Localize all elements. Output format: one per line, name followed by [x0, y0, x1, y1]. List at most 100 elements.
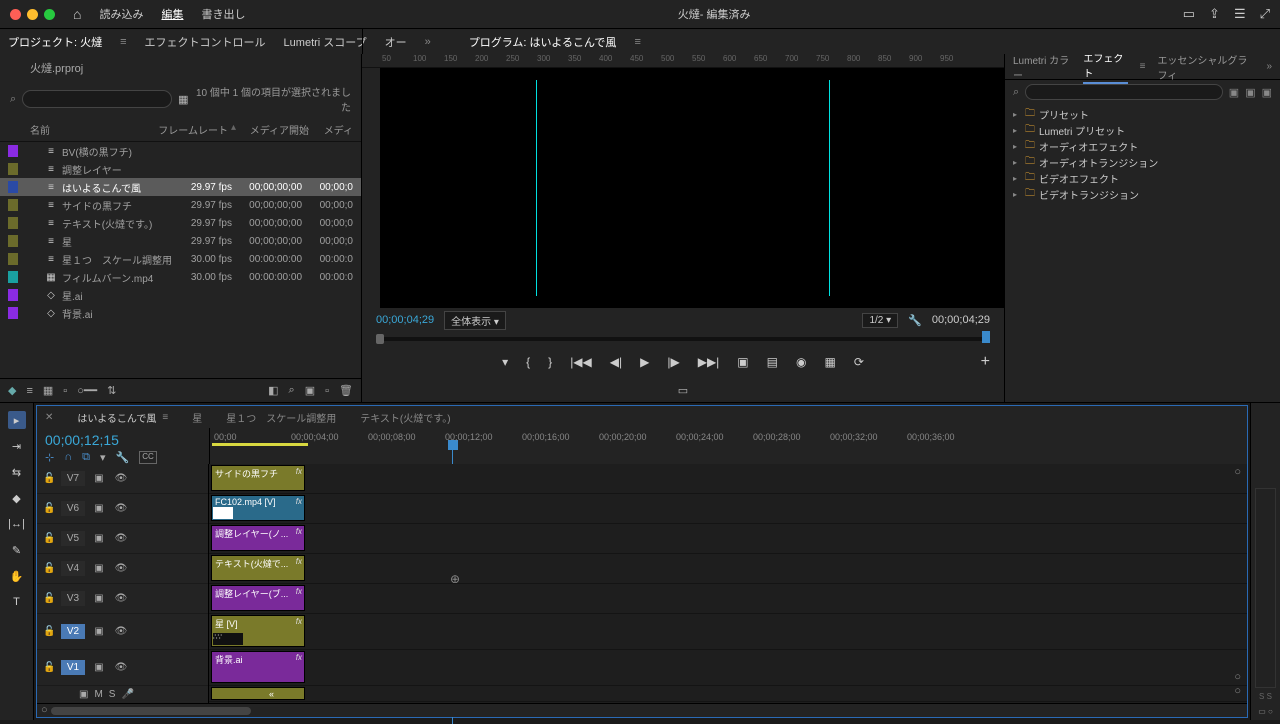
timeline-clip[interactable]: FC102.mp4 [V]fx — [211, 495, 305, 521]
effects-folder[interactable]: ▸🗀ビデオエフェクト — [1013, 170, 1272, 186]
menu-export[interactable]: 書き出し — [201, 6, 245, 22]
slip-tool[interactable]: |↔| — [8, 515, 26, 533]
project-item[interactable]: ≡サイドの黒フチ29.97 fps00;00;00;0000;00;0 — [0, 196, 361, 214]
project-item[interactable]: ≡調整レイヤー — [0, 160, 361, 178]
tab-essential-graphics[interactable]: エッセンシャルグラフィ — [1157, 52, 1254, 82]
project-item[interactable]: ▦フィルムバーン.mp430.00 fps00:00:00:0000:00:0 — [0, 268, 361, 286]
timeline-scrollbar[interactable]: ○ — [37, 703, 1247, 717]
track-header[interactable]: 🔓V1▣👁 — [37, 650, 208, 686]
seq-tab-2[interactable]: 星１つ スケール調整用 — [226, 410, 336, 425]
track-header[interactable]: 🔓V7▣👁 — [37, 464, 208, 494]
scrollbar-thumb[interactable] — [51, 707, 251, 715]
pen-tool[interactable]: ✎ — [8, 541, 26, 559]
find-icon[interactable]: ⌕ — [289, 384, 295, 397]
col-media-start[interactable]: メディア開始 — [239, 122, 309, 137]
lift-icon[interactable]: ▣ — [737, 355, 748, 369]
work-area-bar[interactable] — [212, 443, 308, 446]
fx-badge-1-icon[interactable]: ▣ — [1229, 86, 1239, 99]
fx-badge-2-icon[interactable]: ▣ — [1245, 86, 1255, 99]
fx-badge-3-icon[interactable]: ▣ — [1262, 86, 1272, 99]
timeline-clip[interactable]: 背景.aifx — [211, 651, 305, 683]
timeline-ruler[interactable]: 00;0000;00;04;0000;00;08;0000;00;12;0000… — [209, 428, 1247, 464]
timeline-clip-area[interactable]: ⊕ ○ ○ ○ サイドの黒フチfxFC102.mp4 [V]fx調整レイヤー(ノ… — [209, 464, 1247, 703]
freeform-view-icon[interactable]: ◆ — [8, 384, 16, 397]
window-controls[interactable] — [10, 9, 55, 20]
effects-folder[interactable]: ▸🗀プリセット — [1013, 106, 1272, 122]
track-header[interactable]: 🔓V2▣👁 — [37, 614, 208, 650]
panel-tab-audio[interactable]: オー — [385, 34, 407, 50]
panel-tab-project[interactable]: プロジェクト: 火燵 — [8, 34, 102, 50]
effects-folder[interactable]: ▸🗀ビデオトランジション — [1013, 186, 1272, 202]
seq-tab-3[interactable]: テキスト(火燵です。) — [360, 410, 450, 425]
tab-lumetri-color[interactable]: Lumetri カラー — [1013, 52, 1071, 82]
effects-tree[interactable]: ▸🗀プリセット▸🗀Lumetri プリセット▸🗀オーディオエフェクト▸🗀オーディ… — [1005, 104, 1280, 204]
snap-icon[interactable]: ⊹ — [45, 451, 54, 464]
program-canvas[interactable] — [362, 68, 1004, 308]
proxy-toggle-icon[interactable]: ▭ — [678, 384, 688, 397]
resolution-dropdown[interactable]: 1/2 ▾ — [862, 313, 898, 328]
comparison-icon[interactable]: ▦ — [824, 355, 835, 369]
program-scrubber[interactable] — [362, 332, 1004, 346]
project-item[interactable]: ◇背景.ai — [0, 304, 361, 322]
play-icon[interactable]: ▶ — [640, 355, 649, 369]
set-in-icon[interactable]: { — [526, 355, 530, 369]
razor-tool[interactable]: ◆ — [8, 489, 26, 507]
timeline-clip[interactable]: テキスト(火燵で...fx — [211, 555, 305, 581]
seq-tab-1[interactable]: 星 — [192, 410, 202, 425]
track-header[interactable]: 🔓V3▣👁 — [37, 584, 208, 614]
ripple-edit-tool[interactable]: ⇆ — [8, 463, 26, 481]
effects-folder[interactable]: ▸🗀オーディオエフェクト — [1013, 138, 1272, 154]
project-search-input[interactable] — [22, 90, 172, 108]
bin-icon[interactable]: ▦ — [178, 93, 188, 106]
timeline-clip[interactable]: 星 [V]fx∴∵ — [211, 615, 305, 647]
workspace-icon[interactable]: ▭ — [1183, 6, 1195, 22]
menu-edit[interactable]: 編集 — [161, 6, 183, 22]
project-item[interactable]: ≡テキスト(火燵です。)29.97 fps00;00;00;0000;00;0 — [0, 214, 361, 232]
loop-icon[interactable]: ⟳ — [854, 355, 864, 369]
maximize-window-icon[interactable] — [44, 9, 55, 20]
track-header[interactable]: 🔓V6▣👁 — [37, 494, 208, 524]
panel-tab-effect-controls[interactable]: エフェクトコントロール — [145, 34, 266, 50]
panel-tab-program[interactable]: プログラム: はいよるこんで風 — [469, 34, 617, 50]
selection-tool[interactable]: ▸ — [8, 411, 26, 429]
panel-tab-lumetri-scopes[interactable]: Lumetri スコープ — [284, 34, 367, 50]
export-frame-icon[interactable]: ◉ — [796, 355, 806, 369]
fullscreen-icon[interactable]: ⤢ — [1260, 6, 1270, 22]
new-bin-icon[interactable]: ▣ — [305, 384, 315, 397]
effects-folder[interactable]: ▸🗀Lumetri プリセット — [1013, 122, 1272, 138]
track-header[interactable]: 🔓V4▣👁 — [37, 554, 208, 584]
mark-in-icon[interactable]: ▾ — [502, 355, 508, 369]
hand-tool[interactable]: ✋ — [8, 567, 26, 585]
automate-icon[interactable]: ◧ — [268, 384, 278, 397]
extract-icon[interactable]: ▤ — [767, 355, 778, 369]
fit-dropdown[interactable]: 全体表示 ▾ — [444, 311, 506, 330]
go-to-out-icon[interactable]: ▶▶| — [698, 355, 720, 369]
linked-selection-icon[interactable]: ∩ — [64, 451, 72, 464]
menu-icon[interactable]: ☰ — [1234, 6, 1246, 22]
project-item[interactable]: ≡星29.97 fps00;00;00;0000;00;0 — [0, 232, 361, 250]
program-timecode-left[interactable]: 00;00;04;29 — [376, 314, 434, 326]
trash-icon[interactable]: 🗑 — [339, 384, 353, 397]
timeline-timecode[interactable]: 00;00;12;15 — [45, 432, 201, 448]
timeline-clip[interactable]: サイドの黒フチfx — [211, 465, 305, 491]
add-marker-icon[interactable]: ▾ — [100, 451, 106, 464]
col-name[interactable]: 名前 — [8, 122, 158, 137]
home-icon[interactable]: ⌂ — [73, 6, 81, 22]
project-item-list[interactable]: ≡BV(横の黒フチ)≡調整レイヤー≡はいよるこんで風29.97 fps00;00… — [0, 142, 361, 378]
effects-search-input[interactable] — [1025, 84, 1223, 100]
track-select-tool[interactable]: ⇥ — [8, 437, 26, 455]
close-window-icon[interactable] — [10, 9, 21, 20]
step-forward-icon[interactable]: |▶ — [667, 355, 679, 369]
project-item[interactable]: ◇星.ai — [0, 286, 361, 304]
cc-icon[interactable]: CC — [139, 451, 157, 464]
button-editor-icon[interactable]: + — [981, 353, 990, 371]
wrench-icon[interactable]: 🔧 — [908, 314, 922, 327]
menu-import[interactable]: 読み込み — [99, 6, 143, 22]
timeline-clip[interactable]: 調整レイヤー(ブ...fx — [211, 585, 305, 611]
col-framerate[interactable]: フレームレート — [158, 122, 228, 137]
marker-icon[interactable]: ⧉ — [82, 451, 90, 464]
settings-icon[interactable]: 🔧 — [116, 451, 130, 464]
project-item[interactable]: ≡はいよるこんで風29.97 fps00;00;00;0000;00;0 — [0, 178, 361, 196]
thumb-view-icon[interactable]: ▫ — [63, 385, 67, 397]
icon-view-icon[interactable]: ▦ — [43, 384, 53, 397]
